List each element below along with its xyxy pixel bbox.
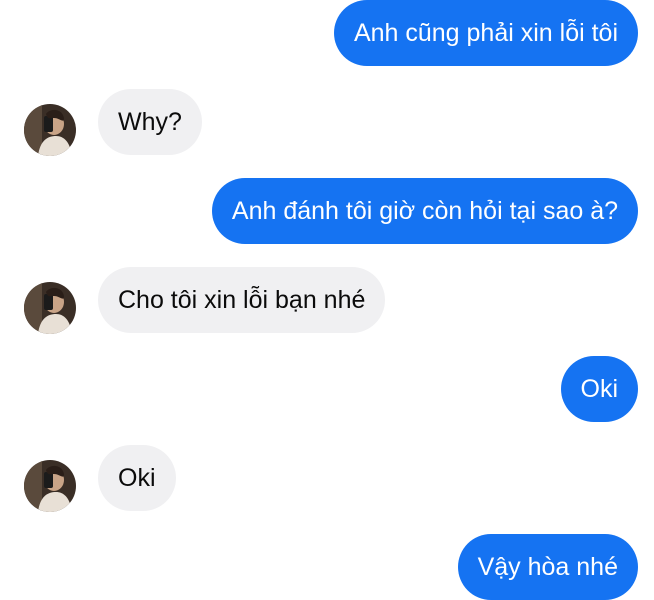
message-row-incoming: Cho tôi xin lỗi bạn nhé (0, 267, 654, 334)
message-row-outgoing: Vậy hòa nhé (0, 534, 654, 600)
outgoing-message-bubble[interactable]: Vậy hòa nhé (457, 534, 638, 600)
message-row-outgoing: Anh đánh tôi giờ còn hỏi tại sao à? (0, 178, 654, 244)
outgoing-message-bubble[interactable]: Anh đánh tôi giờ còn hỏi tại sao à? (211, 178, 638, 244)
incoming-message-bubble[interactable]: Why? (98, 89, 202, 155)
message-row-incoming: Why? (0, 89, 654, 156)
outgoing-message-bubble[interactable]: Oki (560, 356, 638, 422)
incoming-message-bubble[interactable]: Oki (98, 445, 176, 511)
outgoing-message-bubble[interactable]: Anh cũng phải xin lỗi tôi (333, 0, 638, 66)
message-row-incoming: Oki (0, 445, 654, 512)
incoming-message-bubble[interactable]: Cho tôi xin lỗi bạn nhé (98, 267, 386, 333)
profile-photo-avatar-icon (24, 104, 76, 156)
profile-photo-avatar-icon (24, 282, 76, 334)
contact-avatar[interactable] (24, 460, 76, 512)
message-row-outgoing: Anh cũng phải xin lỗi tôi (0, 0, 654, 66)
contact-avatar[interactable] (24, 104, 76, 156)
message-row-outgoing: Oki (0, 356, 654, 422)
contact-avatar[interactable] (24, 282, 76, 334)
chat-thread: Anh cũng phải xin lỗi tôi Why? Anh đánh … (0, 0, 654, 600)
profile-photo-avatar-icon (24, 460, 76, 512)
